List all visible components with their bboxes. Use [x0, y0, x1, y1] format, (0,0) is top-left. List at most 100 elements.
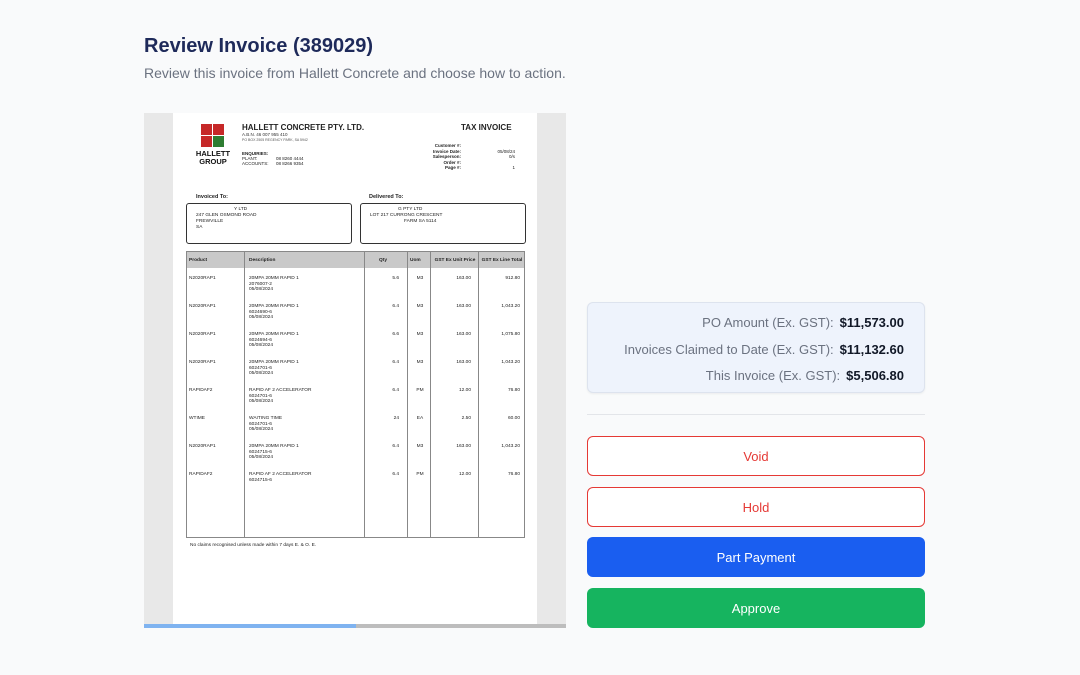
cell-total: 76.80 [507, 388, 520, 393]
cell-total: 912.80 [505, 276, 520, 281]
desc-line: WAITING TIME [249, 416, 283, 421]
meta-value: 1 [512, 165, 515, 170]
cell-product: N2020RAP1 [189, 360, 216, 365]
cell-qty: 6.4 [392, 304, 399, 309]
claimed-to-date-value: $11,132.60 [839, 342, 904, 357]
cell-price: 163.00 [456, 276, 471, 281]
hold-button[interactable]: Hold [587, 487, 925, 527]
hallett-logo-icon [201, 124, 225, 148]
address-line: SA [196, 225, 203, 230]
desc-line: 6024694-6 [249, 337, 272, 343]
meta-label: Page #: [444, 165, 461, 170]
cell-product: N2020RAP1 [189, 304, 216, 309]
desc-line: 20MPA 20MM RAPID 1 [249, 332, 299, 337]
po-amount-value: $11,573.00 [839, 315, 904, 330]
table-header: Product Description Qty Uom GST Ex Unit … [187, 252, 524, 268]
cell-price: 163.00 [456, 360, 471, 365]
cell-price: 12.00 [458, 388, 471, 393]
desc-line: 20MPA 20MM RAPID 1 [249, 276, 299, 281]
desc-line: RAPID AF 2 ACCELERATOR [249, 388, 312, 393]
cell-description: 20MPA 20MM RAPID 1 2076007-2 05/08/2024 [249, 276, 299, 293]
invoice-meta: Customer #: Invoice Date: 05/08/24 Salesp… [403, 143, 515, 171]
invoice-viewer[interactable]: HALLETT GROUP HALLETT CONCRETE PTY. LTD.… [144, 113, 566, 628]
divider [587, 414, 925, 415]
col-line-total: GST Ex Line Total [481, 257, 523, 263]
company-address: PO BOX 2505 REGENCY PARK, SA 5942 [242, 138, 308, 142]
cell-total: 1,043.20 [501, 444, 520, 449]
logo-text: HALLETT GROUP [195, 149, 231, 166]
invoice-footnote: No claims recognised unless made within … [190, 543, 317, 548]
desc-line: 6024701-6 [249, 421, 272, 427]
invoice-document: HALLETT GROUP HALLETT CONCRETE PTY. LTD.… [173, 113, 537, 624]
cell-description: 20MPA 20MM RAPID 1 6024715-6 05/08/2024 [249, 444, 299, 461]
this-invoice-row: This Invoice (Ex. GST): $5,506.80 [706, 368, 904, 383]
page-title: Review Invoice (389029) [144, 35, 374, 57]
desc-line: 05/08/2024 [249, 287, 274, 293]
horizontal-scrollbar[interactable] [144, 624, 566, 628]
cell-description: WAITING TIME 6024701-6 05/08/2024 [249, 416, 282, 433]
claimed-to-date-label: Invoices Claimed to Date (Ex. GST): [624, 342, 834, 357]
cell-uom: M3 [416, 332, 424, 337]
cell-qty: 6.4 [392, 388, 399, 393]
desc-line: 05/08/2024 [249, 455, 274, 461]
cell-description: RAPID AF 2 ACCELERATOR 6024701-6 05/08/202… [249, 388, 311, 405]
enquiries-block: ENQUIRIES: PLANT: 08 8260 4444 ACCOUNTS: 0… [242, 151, 310, 167]
col-uom: Uom [410, 257, 421, 263]
cell-description: 20MPA 20MM RAPID 1 6024701-6 05/08/2024 [249, 360, 299, 377]
desc-line: 2076007-2 [249, 281, 272, 287]
approve-button[interactable]: Approve [587, 588, 925, 628]
scroll-thumb[interactable] [144, 624, 356, 628]
desc-line: RAPID AF 2 ACCELERATOR [249, 472, 312, 477]
delivered-to-box: G PTY LTD LOT 217 CURRONG CRESCENT FARM … [360, 203, 526, 244]
part-payment-button[interactable]: Part Payment [587, 537, 925, 577]
this-invoice-value: $5,506.80 [846, 368, 904, 383]
cell-qty: 6.4 [392, 472, 399, 477]
cell-uom: M3 [416, 304, 424, 309]
col-qty: Qty [379, 257, 387, 263]
cell-product: N2020RAP1 [189, 332, 216, 337]
cell-total: 76.80 [507, 472, 520, 477]
this-invoice-label: This Invoice (Ex. GST): [705, 368, 841, 383]
company-name: HALLETT CONCRETE PTY. LTD. [242, 123, 365, 132]
cell-total: 1,043.20 [501, 360, 520, 365]
desc-line: 20MPA 20MM RAPID 1 [249, 304, 299, 309]
cell-price: 163.00 [456, 304, 471, 309]
cell-uom: M3 [416, 276, 424, 281]
cell-price: 163.00 [456, 332, 471, 337]
company-abn: A.B.N. 46 007 955 410 [242, 132, 288, 137]
desc-line: 20MPA 20MM RAPID 1 [249, 444, 299, 449]
cell-total: 60.00 [507, 416, 520, 421]
desc-line: 6024701-6 [249, 393, 272, 399]
cell-uom: EA [416, 416, 424, 421]
invoice-line-table: Product Description Qty Uom GST Ex Unit … [186, 251, 525, 538]
desc-line: 6024701-6 [249, 365, 272, 371]
cell-price: 2.50 [461, 416, 471, 421]
desc-line: 6024715-6 [249, 477, 272, 483]
desc-line: 05/08/2024 [249, 427, 274, 433]
po-amount-row: PO Amount (Ex. GST): $11,573.00 [702, 315, 904, 330]
cell-uom: PM [416, 388, 424, 393]
col-description: Description [249, 257, 276, 263]
cell-product: WTIME [189, 416, 205, 421]
cell-product: RAPIDAF2 [189, 472, 213, 477]
col-unit-price: GST Ex Unit Price [434, 257, 476, 263]
tax-invoice-title: TAX INVOICE [461, 123, 512, 132]
delivered-to-label: Delivered To: [369, 194, 404, 200]
cell-uom: M3 [416, 360, 424, 365]
void-button[interactable]: Void [587, 436, 925, 476]
page-subtitle: Review this invoice from Hallett Concret… [144, 65, 566, 81]
cell-qty: 24 [393, 416, 399, 421]
cell-product: RAPIDAF2 [189, 388, 213, 393]
desc-line: 05/08/2024 [249, 371, 274, 377]
accounts-label: ACCOUNTS: [242, 161, 269, 167]
desc-line: 05/08/2024 [249, 343, 274, 349]
cell-total: 1,075.80 [501, 332, 520, 337]
desc-line: 20MPA 20MM RAPID 1 [249, 360, 299, 365]
desc-line: 6024690-6 [249, 309, 272, 315]
cell-qty: 6.4 [392, 444, 399, 449]
cell-price: 12.00 [458, 472, 471, 477]
desc-line: 05/08/2024 [249, 315, 274, 321]
accounts-phone: 08 8266 9354 [276, 161, 304, 167]
cell-qty: 6.6 [392, 332, 399, 337]
cell-description: RAPID AF 2 ACCELERATOR 6024715-6 [249, 472, 311, 483]
